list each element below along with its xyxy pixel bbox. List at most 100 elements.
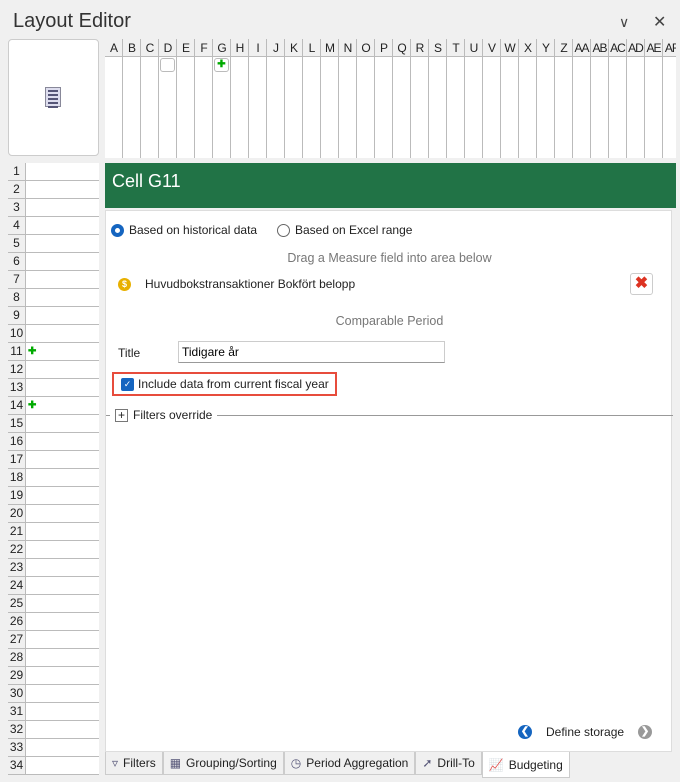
column-AA[interactable]: AA xyxy=(573,39,591,158)
row-label: 18 xyxy=(8,469,26,486)
row-label: 15 xyxy=(8,415,26,432)
row-label: 14 xyxy=(8,397,26,414)
row-label: 33 xyxy=(8,739,26,756)
column-AD[interactable]: AD xyxy=(627,39,645,158)
add-icon[interactable]: ✚ xyxy=(214,58,229,72)
row-1[interactable]: 1 xyxy=(8,163,99,181)
close-icon[interactable]: ✕ xyxy=(653,12,666,32)
row-28[interactable]: 28 xyxy=(8,649,99,667)
row-31[interactable]: 31 xyxy=(8,703,99,721)
row-7[interactable]: 7 xyxy=(8,271,99,289)
column-Y[interactable]: Y xyxy=(537,39,555,158)
remove-measure-button[interactable]: ✖ xyxy=(630,273,653,295)
column-label: H xyxy=(231,39,248,57)
column-W[interactable]: W xyxy=(501,39,519,158)
column-G[interactable]: G ✚ xyxy=(213,39,231,158)
chart-icon: 📈 xyxy=(488,757,504,772)
row-21[interactable]: 21 xyxy=(8,523,99,541)
column-K[interactable]: K xyxy=(285,39,303,158)
row-18[interactable]: 18 xyxy=(8,469,99,487)
row-6[interactable]: 6 xyxy=(8,253,99,271)
column-slot-button[interactable] xyxy=(160,58,175,72)
title-input[interactable] xyxy=(178,341,445,363)
collapse-chevron-icon[interactable]: ∨ xyxy=(619,14,629,31)
column-AB[interactable]: AB xyxy=(591,39,609,158)
column-N[interactable]: N xyxy=(339,39,357,158)
row-34[interactable]: 34 xyxy=(8,757,99,775)
row-14[interactable]: 14 ✚ xyxy=(8,397,99,415)
column-C[interactable]: C xyxy=(141,39,159,158)
row-11[interactable]: 11 ✚ xyxy=(8,343,99,361)
measure-field[interactable]: $ Huvudbokstransaktioner Bokfört belopp xyxy=(118,277,355,291)
column-T[interactable]: T xyxy=(447,39,465,158)
radio-historical[interactable]: Based on historical data xyxy=(111,223,257,237)
column-AE[interactable]: AE xyxy=(645,39,663,158)
column-AC[interactable]: AC xyxy=(609,39,627,158)
column-B[interactable]: B xyxy=(123,39,141,158)
tab-budgeting[interactable]: 📈 Budgeting xyxy=(481,752,570,778)
column-label: B xyxy=(123,39,140,57)
row-13[interactable]: 13 xyxy=(8,379,99,397)
column-F[interactable]: F xyxy=(195,39,213,158)
row-label: 19 xyxy=(8,487,26,504)
column-E[interactable]: E xyxy=(177,39,195,158)
column-H[interactable]: H xyxy=(231,39,249,158)
measure-label: Huvudbokstransaktioner Bokfört belopp xyxy=(145,277,356,291)
row-22[interactable]: 22 xyxy=(8,541,99,559)
add-icon[interactable]: ✚ xyxy=(28,400,36,411)
column-P[interactable]: P xyxy=(375,39,393,158)
back-arrow-icon[interactable]: ❮ xyxy=(518,725,532,739)
row-24[interactable]: 24 xyxy=(8,577,99,595)
row-26[interactable]: 26 xyxy=(8,613,99,631)
row-12[interactable]: 12 xyxy=(8,361,99,379)
column-D[interactable]: D xyxy=(159,39,177,158)
include-current-year-checkbox[interactable]: ✓ Include data from current fiscal year xyxy=(112,372,337,396)
column-U[interactable]: U xyxy=(465,39,483,158)
column-label: R xyxy=(411,39,428,57)
row-30[interactable]: 30 xyxy=(8,685,99,703)
layout-preview[interactable] xyxy=(8,39,99,156)
column-J[interactable]: J xyxy=(267,39,285,158)
row-10[interactable]: 10 xyxy=(8,325,99,343)
row-4[interactable]: 4 xyxy=(8,217,99,235)
row-label: 10 xyxy=(8,325,26,342)
row-27[interactable]: 27 xyxy=(8,631,99,649)
column-L[interactable]: L xyxy=(303,39,321,158)
column-Q[interactable]: Q xyxy=(393,39,411,158)
row-8[interactable]: 8 xyxy=(8,289,99,307)
column-R[interactable]: R xyxy=(411,39,429,158)
column-X[interactable]: X xyxy=(519,39,537,158)
column-A[interactable]: A xyxy=(105,39,123,158)
row-3[interactable]: 3 xyxy=(8,199,99,217)
column-M[interactable]: M xyxy=(321,39,339,158)
row-5[interactable]: 5 xyxy=(8,235,99,253)
row-20[interactable]: 20 xyxy=(8,505,99,523)
row-9[interactable]: 9 xyxy=(8,307,99,325)
column-O[interactable]: O xyxy=(357,39,375,158)
row-16[interactable]: 16 xyxy=(8,433,99,451)
expand-filters-button[interactable]: + xyxy=(115,408,128,422)
column-I[interactable]: I xyxy=(249,39,267,158)
add-icon[interactable]: ✚ xyxy=(28,346,36,357)
column-V[interactable]: V xyxy=(483,39,501,158)
column-Z[interactable]: Z xyxy=(555,39,573,158)
column-label: X xyxy=(519,39,536,57)
column-label: S xyxy=(429,39,446,57)
row-29[interactable]: 29 xyxy=(8,667,99,685)
forward-arrow-icon[interactable]: ❯ xyxy=(638,725,653,739)
row-23[interactable]: 23 xyxy=(8,559,99,577)
column-AF[interactable]: AF xyxy=(663,39,676,158)
row-19[interactable]: 19 xyxy=(8,487,99,505)
tab-period-aggregation[interactable]: ◷ Period Aggregation xyxy=(283,752,416,775)
tab-grouping-sorting[interactable]: ▦ Grouping/Sorting xyxy=(162,752,284,775)
tab-filters[interactable]: ▿ Filters xyxy=(105,752,163,775)
row-15[interactable]: 15 xyxy=(8,415,99,433)
row-33[interactable]: 33 xyxy=(8,739,99,757)
column-S[interactable]: S xyxy=(429,39,447,158)
tab-drill-to[interactable]: ➚ Drill-To xyxy=(415,752,482,775)
row-25[interactable]: 25 xyxy=(8,595,99,613)
row-17[interactable]: 17 xyxy=(8,451,99,469)
row-2[interactable]: 2 xyxy=(8,181,99,199)
row-32[interactable]: 32 xyxy=(8,721,99,739)
radio-excel-range[interactable]: Based on Excel range xyxy=(277,223,412,237)
